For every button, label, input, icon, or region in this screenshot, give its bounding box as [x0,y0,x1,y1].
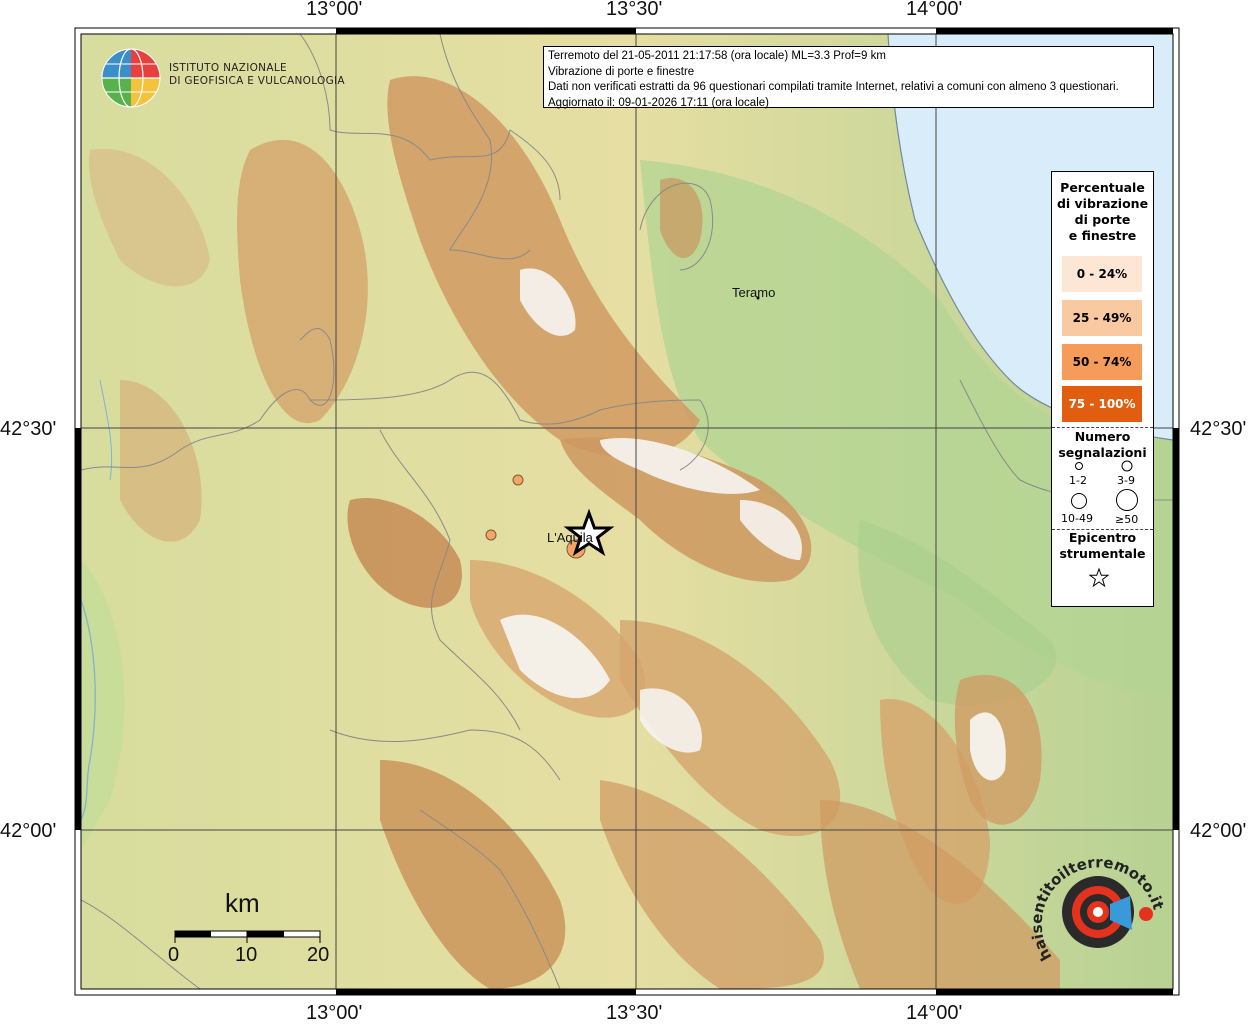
coord-top-1400: 14°00' [906,0,963,20]
update-time: Aggiornato il: 09-01-2026 17:11 (ora loc… [548,96,769,109]
legend-epicenter-title-line: strumentale [1059,546,1146,561]
legend-star-icon [1088,567,1110,588]
legend-title-line: di vibrazione [1056,196,1149,211]
legend-title: Percentuale di vibrazione di porte e fin… [1052,180,1153,244]
event-info-box: Terremoto del 21-05-2011 21:17:58 (ora l… [543,46,1154,109]
data-note: Dati non verificati estratti da 96 quest… [548,81,1119,93]
legend-count-1-2: 1-2 [1069,474,1087,487]
coord-left-4230: 42°30' [0,418,57,440]
legend-count-title-line: Numero [1074,429,1131,444]
report-circle [512,474,524,486]
legend-class-50-74: 50 - 74% [1062,344,1142,380]
haisentito-badge-text: haisentitoilterremoto.it [1030,853,1165,964]
scale-unit: km [225,888,260,918]
coord-top-1300: 13°00' [306,0,363,20]
coord-top-1330: 13°30' [606,0,663,20]
legend-title-line: di porte [1074,212,1131,227]
coord-right-4230: 42°30' [1190,418,1247,440]
legend-count-symbols [1071,460,1138,511]
legend-epicenter-title-line: Epicentro [1068,530,1137,545]
legend-divider [1052,427,1153,428]
coord-bottom-1330: 13°30' [606,1002,663,1024]
coord-bottom-1400: 14°00' [906,1002,963,1024]
coord-right-4200: 42°00' [1190,820,1247,842]
legend-count-3-9: 3-9 [1117,474,1135,487]
svg-text:haisentitoilterremoto.it: haisentitoilterremoto.it [1030,853,1165,964]
legend-panel: Percentuale di vibrazione di porte e fin… [1051,171,1154,607]
coord-left-4200: 42°00' [0,820,57,842]
scale-tick-20: 20 [307,944,330,966]
map-subject: Vibrazione di porte e finestre [548,65,695,78]
logo-line-2: DI GEOFISICA E VULCANOLOGIA [169,75,345,87]
legend-class-0-24: 0 - 24% [1062,256,1142,292]
report-circle [485,529,497,541]
event-title: Terremoto del 21-05-2011 21:17:58 (ora l… [548,50,886,62]
legend-class-25-49: 25 - 49% [1062,300,1142,336]
city-label-laquila: L'Aquila [547,530,593,545]
legend-count-10-49: 10-49 [1061,512,1093,525]
legend-class-75-100: 75 - 100% [1062,386,1142,422]
legend-title-line: e finestre [1068,228,1137,243]
coord-bottom-1300: 13°00' [306,1002,363,1024]
legend-count-50-plus: ≥50 [1115,513,1139,526]
badge-text: haisentitoilterremoto.it [1030,853,1165,964]
legend-title-line: Percentuale [1060,180,1145,195]
scale-tick-10: 10 [235,944,258,966]
legend-epicenter-title: Epicentro strumentale [1052,530,1153,562]
ingv-logo-globe [101,48,161,108]
city-label-teramo: Teramo [732,285,776,300]
relief-layer [81,34,1173,989]
ingv-logo-text: ISTITUTO NAZIONALE DI GEOFISICA E VULCAN… [169,62,345,88]
scale-tick-0: 0 [168,944,180,966]
logo-line-1: ISTITUTO NAZIONALE [169,62,287,74]
